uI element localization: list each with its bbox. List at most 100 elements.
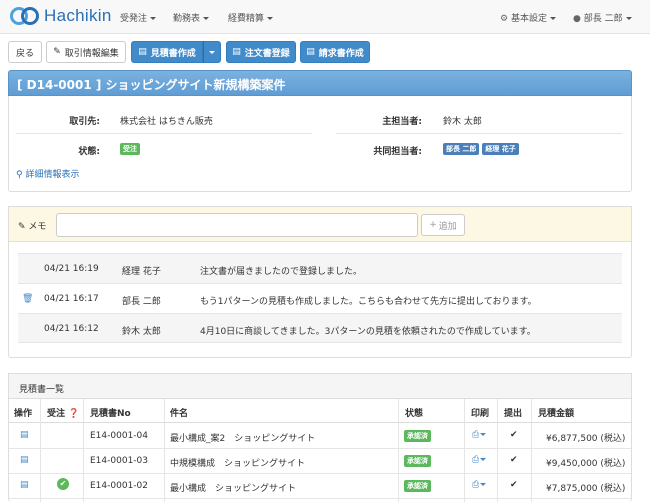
nav-menu-settings[interactable]: ⚙ 基本設定 — [500, 11, 556, 24]
chevron-down-icon — [625, 17, 632, 20]
memo-label: メモ — [28, 222, 47, 232]
col-header-actions: 操作 — [14, 409, 33, 419]
printer-icon: ⎙ — [472, 430, 480, 440]
co-owner-label: 共同担当者: — [373, 147, 422, 157]
trash-icon[interactable]: 🗑 — [22, 294, 33, 304]
co-owner-badge: 部長 二郎 — [443, 143, 480, 155]
chevron-down-icon — [480, 483, 487, 486]
memo-time: 04/21 16:12 — [44, 324, 99, 334]
divider — [531, 399, 532, 502]
estimate-subject: 中規模構成 ショッピングサイト — [170, 459, 306, 469]
create-estimate-button[interactable]: ▤ 見積書作成 — [131, 41, 203, 63]
estimate-no-link[interactable]: E14-0001-03 — [90, 456, 148, 466]
view-estimate-icon[interactable]: ▤ — [20, 480, 29, 490]
help-icon[interactable]: ❓ — [68, 409, 79, 419]
logo-text: Hachikin — [44, 6, 112, 25]
col-header-ordered-label: 受注 — [47, 409, 66, 419]
col-header-estimate-no: 見積書No — [90, 409, 131, 419]
col-header-submitted: 提出 — [504, 409, 523, 419]
edit-icon: ✎ — [53, 47, 61, 57]
chevron-down-icon — [203, 17, 210, 20]
divider — [464, 399, 465, 502]
register-order-button[interactable]: ▤ 注文書登録 — [226, 41, 296, 63]
deal-title-bar: [ D14-0001 ] ショッピングサイト新規構築案件 — [8, 70, 632, 96]
printer-icon: ⎙ — [472, 455, 480, 465]
memo-entry: 04/21 16:19 経理 花子 注文書が届きましたので登録しました。 — [18, 253, 622, 283]
add-memo-button-label: 追加 — [438, 221, 457, 232]
estimate-amount: ¥6,877,500 (税込) — [546, 434, 626, 444]
print-menu-button[interactable]: ⎙ — [472, 480, 487, 490]
memo-entry: 🗑 04/21 16:17 部長 二郎 もう1パターンの見積も作成しました。こち… — [18, 283, 622, 313]
nav-menu-orders-label: 受発注 — [120, 14, 148, 24]
estimate-status: 承認済 — [404, 455, 431, 467]
edit-deal-button-label: 取引情報編集 — [64, 48, 119, 59]
printer-icon: ⎙ — [472, 480, 480, 490]
nav-menu-user[interactable]: ● 部長 二郎 — [573, 11, 632, 24]
memo-input[interactable] — [56, 213, 418, 237]
nav-menu-user-label: 部長 二郎 — [583, 14, 623, 24]
create-estimate-button-label: 見積書作成 — [150, 48, 196, 59]
memo-label-group: ✎ メモ — [18, 219, 46, 232]
estimate-dropdown-toggle[interactable] — [203, 41, 221, 63]
memo-time: 04/21 16:19 — [44, 264, 99, 274]
chevron-down-icon — [480, 458, 487, 461]
divider — [9, 498, 631, 499]
co-owner-list: 部長 二郎 経理 花子 — [443, 143, 519, 155]
chevron-down-icon — [549, 17, 556, 20]
divider — [9, 422, 631, 423]
col-header-status: 状態 — [405, 409, 424, 419]
nav-menu-expenses-label: 経費精算 — [228, 14, 265, 24]
add-memo-button[interactable]: + 追加 — [421, 214, 465, 236]
create-invoice-button[interactable]: ▤ 請求書作成 — [300, 41, 370, 63]
status-value: 受注 — [120, 143, 140, 155]
plus-icon: + — [429, 220, 437, 230]
search-icon: ⚲ — [16, 170, 23, 180]
divider — [398, 399, 399, 502]
edit-deal-button[interactable]: ✎ 取引情報編集 — [46, 41, 126, 63]
divider — [83, 399, 84, 502]
memo-author: 鈴木 太郎 — [122, 327, 161, 337]
chevron-down-icon — [150, 17, 157, 20]
estimate-amount: ¥9,450,000 (税込) — [546, 459, 626, 469]
main-owner-label: 主担当者: — [382, 117, 422, 127]
file-icon: ▤ — [232, 47, 241, 57]
status-badge: 承認済 — [404, 455, 431, 467]
divider — [9, 448, 631, 449]
view-estimate-icon[interactable]: ▤ — [20, 430, 29, 440]
file-icon: ▤ — [138, 47, 147, 57]
divider — [336, 133, 622, 134]
back-button-label: 戻る — [15, 48, 34, 59]
estimate-no-link[interactable]: E14-0001-04 — [90, 431, 148, 441]
col-header-amount: 見積金額 — [538, 409, 575, 419]
submitted-check-icon: ✔ — [510, 430, 518, 440]
status-badge: 承認済 — [404, 430, 431, 442]
estimates-header: 見積書一覧 — [8, 373, 632, 399]
view-estimate-icon[interactable]: ▤ — [20, 455, 29, 465]
deal-title: [ D14-0001 ] ショッピングサイト新規構築案件 — [17, 78, 286, 92]
logo-mark-icon — [10, 6, 40, 26]
print-menu-button[interactable]: ⎙ — [472, 430, 487, 440]
status-badge: 受注 — [120, 143, 140, 155]
app-logo[interactable]: Hachikin — [10, 6, 112, 26]
nav-menu-orders[interactable]: 受発注 — [120, 11, 157, 24]
divider — [40, 399, 41, 502]
edit-icon: ✎ — [18, 222, 26, 232]
client-value: 株式会社 はちきん販売 — [120, 117, 213, 127]
col-header-subject: 件名 — [170, 409, 189, 419]
memo-text: 注文書が届きましたので登録しました。 — [200, 267, 363, 277]
divider — [16, 133, 312, 134]
nav-menu-timesheet-label: 勤務表 — [173, 14, 201, 24]
main-owner-value: 鈴木 太郎 — [443, 117, 482, 127]
nav-menu-settings-label: 基本設定 — [510, 14, 547, 24]
memo-text: 4月10日に商談してきました。3パターンの見積を依頼されたので作成しています。 — [200, 327, 536, 337]
col-header-ordered: 受注 ❓ — [47, 406, 79, 419]
register-order-button-label: 注文書登録 — [244, 48, 290, 59]
estimate-status: 承認済 — [404, 480, 431, 492]
detail-info-link[interactable]: ⚲ 詳細情報表示 — [16, 167, 79, 180]
print-menu-button[interactable]: ⎙ — [472, 455, 487, 465]
nav-menu-expenses[interactable]: 経費精算 — [228, 11, 274, 24]
back-button[interactable]: 戻る — [8, 41, 42, 63]
estimate-no-link[interactable]: E14-0001-02 — [90, 481, 148, 491]
chevron-down-icon — [480, 433, 487, 436]
nav-menu-timesheet[interactable]: 勤務表 — [173, 11, 210, 24]
